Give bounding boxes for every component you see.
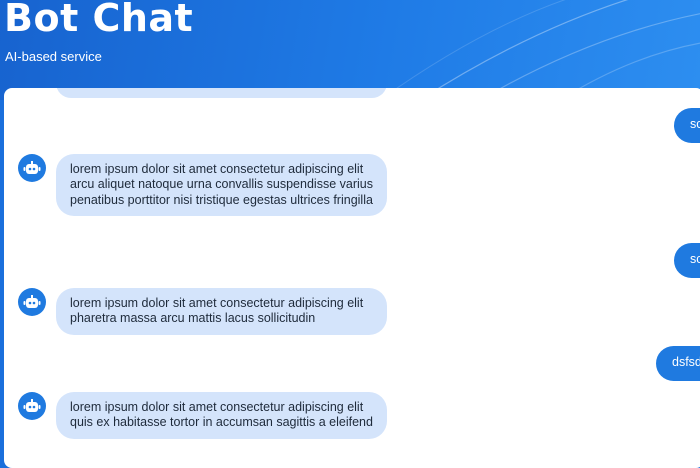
app-subtitle: AI-based service (5, 49, 102, 64)
app-header: Bot Chat AI-based service (0, 0, 700, 100)
bot-message-bubble: lorem ipsum dolor sit amet consectetur a… (56, 392, 387, 439)
robot-icon (18, 288, 46, 316)
robot-icon (18, 154, 46, 182)
bot-message-bubble: lorem ipsum dolor sit amet consectetur a… (56, 154, 387, 216)
bot-message-bubble: lorem ipsum dolor sit amet consectetur a… (56, 288, 387, 335)
user-message-bubble: sc (674, 108, 700, 143)
user-message-bubble: dsfsd (656, 346, 700, 381)
bot-message-bubble-partial (56, 88, 387, 98)
user-message-bubble: sc (674, 243, 700, 278)
app-title: Bot Chat (4, 0, 194, 40)
robot-icon (18, 392, 46, 420)
chat-panel[interactable]: sc lorem ipsum dolor sit amet consectetu… (4, 88, 700, 468)
